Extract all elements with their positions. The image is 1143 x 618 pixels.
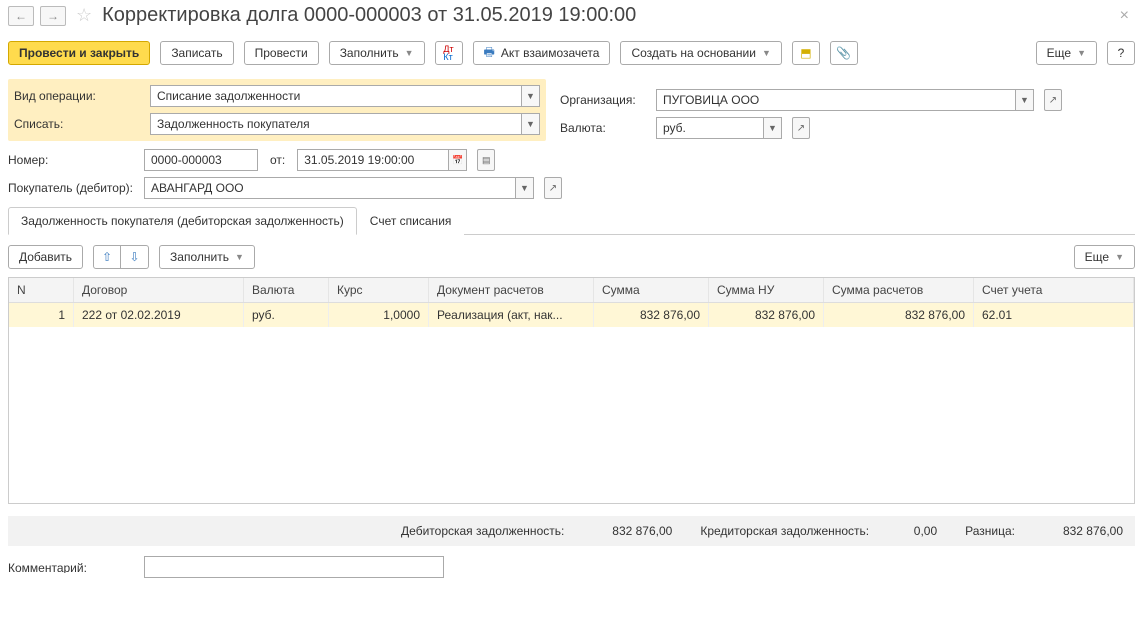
writeoff-label: Списать: — [14, 117, 144, 131]
save-button[interactable]: Записать — [160, 41, 233, 65]
cell-sumr: 832 876,00 — [824, 303, 974, 327]
diff-label: Разница: — [965, 524, 1015, 538]
buyer-label: Покупатель (дебитор): — [8, 181, 138, 195]
cell-doc: Реализация (акт, нак... — [429, 303, 594, 327]
structure-button[interactable]: ⬒ — [792, 41, 820, 65]
dtkt-button[interactable]: ДтКт — [435, 41, 463, 65]
number-input[interactable]: 0000-000003 — [144, 149, 258, 171]
col-acct[interactable]: Счет учета — [974, 278, 1134, 302]
chevron-down-icon: ▼ — [405, 48, 414, 58]
chevron-down-icon: ▼ — [762, 48, 771, 58]
tab-debt[interactable]: Задолженность покупателя (дебиторская за… — [8, 207, 357, 235]
col-kurs[interactable]: Курс — [329, 278, 429, 302]
dr-value: 832 876,00 — [572, 524, 672, 538]
cell-dog: 222 от 02.02.2019 — [74, 303, 244, 327]
chevron-down-icon: ▼ — [1115, 252, 1124, 262]
calendar-icon: 📅 — [452, 155, 463, 166]
create-based-button[interactable]: Создать на основании ▼ — [620, 41, 781, 65]
buyer-input[interactable]: АВАНГАРД ООО — [144, 177, 516, 199]
number-label: Номер: — [8, 153, 138, 167]
arrow-up-icon: ⇧ — [102, 250, 112, 264]
debt-grid: N Договор Валюта Курс Документ расчетов … — [8, 277, 1135, 504]
cur-dropdown[interactable]: ▼ — [764, 117, 782, 139]
buyer-open-button[interactable]: ↗ — [544, 177, 562, 199]
forward-button[interactable]: → — [40, 6, 66, 26]
add-row-button[interactable]: Добавить — [8, 245, 83, 269]
move-down-button[interactable]: ⇩ — [121, 245, 149, 269]
post-and-close-button[interactable]: Провести и закрыть — [8, 41, 150, 65]
act-label: Акт взаимозачета — [501, 46, 600, 60]
cell-n: 1 — [9, 303, 74, 327]
buyer-dropdown[interactable]: ▼ — [516, 177, 534, 199]
form-icon: ▤ — [482, 155, 491, 166]
op-type-dropdown[interactable]: ▼ — [522, 85, 540, 107]
col-sumnu[interactable]: Сумма НУ — [709, 278, 824, 302]
col-val[interactable]: Валюта — [244, 278, 329, 302]
paperclip-icon: 📎 — [836, 46, 851, 60]
calendar-button[interactable]: 📅 — [449, 149, 467, 171]
tab-fill-label: Заполнить — [170, 250, 229, 264]
tab-more-label: Еще — [1085, 250, 1109, 264]
org-label: Организация: — [560, 93, 650, 107]
tab-account[interactable]: Счет списания — [357, 207, 465, 235]
op-type-label: Вид операции: — [14, 89, 144, 103]
arrow-down-icon: ⇩ — [130, 250, 140, 264]
favorite-icon[interactable]: ☆ — [76, 5, 92, 26]
chevron-down-icon: ▼ — [1077, 48, 1086, 58]
comment-label: Комментарий: — [8, 561, 138, 573]
back-button[interactable]: ← — [8, 6, 34, 26]
cur-input[interactable]: руб. — [656, 117, 764, 139]
tab-more-button[interactable]: Еще ▼ — [1074, 245, 1135, 269]
create-based-label: Создать на основании — [631, 46, 756, 60]
cell-acct: 62.01 — [974, 303, 1134, 327]
print-icon: 🖶 — [484, 43, 495, 64]
dr-label: Дебиторская задолженность: — [401, 524, 564, 538]
cur-label: Валюта: — [560, 121, 650, 135]
date-input[interactable]: 31.05.2019 19:00:00 — [297, 149, 449, 171]
act-button[interactable]: 🖶 Акт взаимозачета — [473, 41, 611, 65]
cell-sum: 832 876,00 — [594, 303, 709, 327]
cell-sumnu: 832 876,00 — [709, 303, 824, 327]
diff-value: 832 876,00 — [1023, 524, 1123, 538]
op-type-input[interactable]: Списание задолженности — [150, 85, 522, 107]
fill-button[interactable]: Заполнить ▼ — [329, 41, 425, 65]
org-dropdown[interactable]: ▼ — [1016, 89, 1034, 111]
tab-fill-button[interactable]: Заполнить ▼ — [159, 245, 255, 269]
org-open-button[interactable]: ↗ — [1044, 89, 1062, 111]
cr-value: 0,00 — [877, 524, 937, 538]
help-button[interactable]: ? — [1107, 41, 1135, 65]
comment-input[interactable] — [144, 556, 444, 578]
footer-totals: Дебиторская задолженность: 832 876,00 Кр… — [8, 516, 1135, 546]
structure-icon: ⬒ — [800, 46, 811, 60]
col-n[interactable]: N — [9, 278, 74, 302]
cur-open-button[interactable]: ↗ — [792, 117, 810, 139]
post-button[interactable]: Провести — [244, 41, 319, 65]
org-input[interactable]: ПУГОВИЦА ООО — [656, 89, 1016, 111]
close-icon[interactable]: × — [1114, 7, 1135, 25]
move-up-button[interactable]: ⇧ — [93, 245, 121, 269]
writeoff-input[interactable]: Задолженность покупателя — [150, 113, 522, 135]
page-title: Корректировка долга 0000-000003 от 31.05… — [102, 4, 636, 27]
col-dog[interactable]: Договор — [74, 278, 244, 302]
chevron-down-icon: ▼ — [235, 252, 244, 262]
cell-kurs: 1,0000 — [329, 303, 429, 327]
cr-label: Кредиторская задолженность: — [700, 524, 869, 538]
table-row[interactable]: 1 222 от 02.02.2019 руб. 1,0000 Реализац… — [9, 303, 1134, 327]
cell-val: руб. — [244, 303, 329, 327]
from-label: от: — [270, 153, 285, 167]
more-label: Еще — [1047, 46, 1071, 60]
fill-label: Заполнить — [340, 46, 399, 60]
open-icon: ↗ — [797, 123, 805, 134]
col-doc[interactable]: Документ расчетов — [429, 278, 594, 302]
dtkt-icon: ДтКт — [443, 45, 453, 61]
more-button[interactable]: Еще ▼ — [1036, 41, 1097, 65]
writeoff-dropdown[interactable]: ▼ — [522, 113, 540, 135]
col-sum[interactable]: Сумма — [594, 278, 709, 302]
open-icon: ↗ — [549, 183, 557, 194]
attach-button[interactable]: 📎 — [830, 41, 858, 65]
date-extra-button[interactable]: ▤ — [477, 149, 495, 171]
open-icon: ↗ — [1049, 95, 1057, 106]
col-sumr[interactable]: Сумма расчетов — [824, 278, 974, 302]
